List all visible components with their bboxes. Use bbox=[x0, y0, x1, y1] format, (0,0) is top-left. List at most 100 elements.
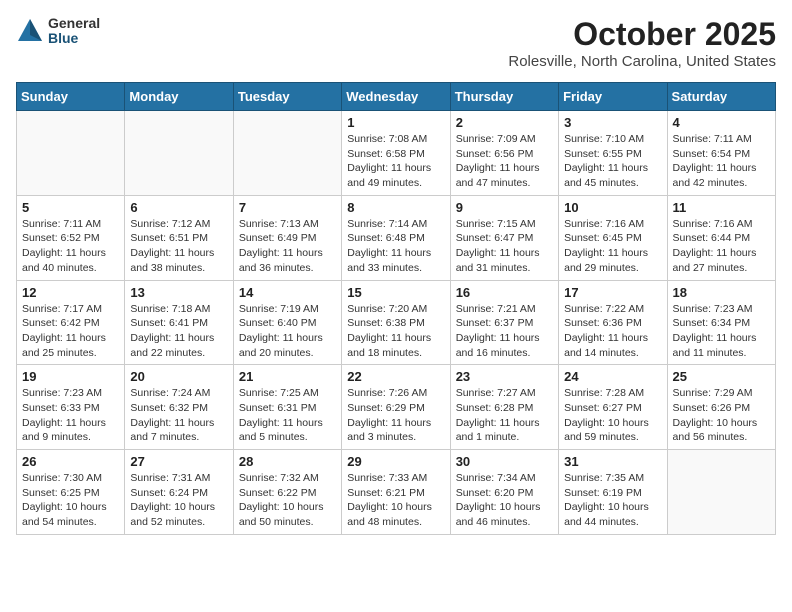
day-number: 30 bbox=[456, 454, 553, 469]
calendar-cell: 6 Sunrise: 7:12 AM Sunset: 6:51 PM Daylig… bbox=[125, 195, 233, 280]
calendar-cell: 29 Sunrise: 7:33 AM Sunset: 6:21 PM Dayli… bbox=[342, 450, 450, 535]
day-info: Sunrise: 7:35 AM Sunset: 6:19 PM Dayligh… bbox=[564, 471, 661, 530]
logo-text: General Blue bbox=[48, 16, 100, 47]
day-number: 4 bbox=[673, 115, 770, 130]
title-block: October 2025 Rolesville, North Carolina,… bbox=[508, 16, 776, 70]
day-info: Sunrise: 7:12 AM Sunset: 6:51 PM Dayligh… bbox=[130, 217, 227, 276]
day-number: 21 bbox=[239, 369, 336, 384]
day-number: 6 bbox=[130, 200, 227, 215]
calendar-cell: 23 Sunrise: 7:27 AM Sunset: 6:28 PM Dayli… bbox=[450, 365, 558, 450]
calendar-cell: 11Sunrise: 7:16 AM Sunset: 6:44 PM Dayli… bbox=[667, 195, 775, 280]
calendar-cell: 22 Sunrise: 7:26 AM Sunset: 6:29 PM Dayli… bbox=[342, 365, 450, 450]
calendar-cell: 19Sunrise: 7:23 AM Sunset: 6:33 PM Dayli… bbox=[17, 365, 125, 450]
calendar-cell: 25Sunrise: 7:29 AM Sunset: 6:26 PM Dayli… bbox=[667, 365, 775, 450]
weekday-header: Sunday bbox=[17, 83, 125, 111]
calendar-cell bbox=[667, 450, 775, 535]
day-info: Sunrise: 7:09 AM Sunset: 6:56 PM Dayligh… bbox=[456, 132, 553, 191]
day-info: Sunrise: 7:16 AM Sunset: 6:45 PM Dayligh… bbox=[564, 217, 661, 276]
day-info: Sunrise: 7:33 AM Sunset: 6:21 PM Dayligh… bbox=[347, 471, 444, 530]
weekday-header-row: SundayMondayTuesdayWednesdayThursdayFrid… bbox=[17, 83, 776, 111]
location-title: Rolesville, North Carolina, United State… bbox=[508, 53, 776, 70]
day-info: Sunrise: 7:21 AM Sunset: 6:37 PM Dayligh… bbox=[456, 302, 553, 361]
day-number: 15 bbox=[347, 285, 444, 300]
calendar-cell: 14Sunrise: 7:19 AM Sunset: 6:40 PM Dayli… bbox=[233, 280, 341, 365]
calendar-cell: 7 Sunrise: 7:13 AM Sunset: 6:49 PM Daylig… bbox=[233, 195, 341, 280]
day-info: Sunrise: 7:34 AM Sunset: 6:20 PM Dayligh… bbox=[456, 471, 553, 530]
day-number: 22 bbox=[347, 369, 444, 384]
day-number: 28 bbox=[239, 454, 336, 469]
day-info: Sunrise: 7:22 AM Sunset: 6:36 PM Dayligh… bbox=[564, 302, 661, 361]
calendar-cell: 8Sunrise: 7:14 AM Sunset: 6:48 PM Daylig… bbox=[342, 195, 450, 280]
day-number: 29 bbox=[347, 454, 444, 469]
calendar-cell: 3Sunrise: 7:10 AM Sunset: 6:55 PM Daylig… bbox=[559, 111, 667, 196]
day-info: Sunrise: 7:27 AM Sunset: 6:28 PM Dayligh… bbox=[456, 386, 553, 445]
day-info: Sunrise: 7:15 AM Sunset: 6:47 PM Dayligh… bbox=[456, 217, 553, 276]
day-info: Sunrise: 7:11 AM Sunset: 6:54 PM Dayligh… bbox=[673, 132, 770, 191]
day-number: 17 bbox=[564, 285, 661, 300]
calendar-week-row: 19Sunrise: 7:23 AM Sunset: 6:33 PM Dayli… bbox=[17, 365, 776, 450]
calendar-cell: 9 Sunrise: 7:15 AM Sunset: 6:47 PM Daylig… bbox=[450, 195, 558, 280]
logo-icon bbox=[16, 17, 44, 45]
day-number: 27 bbox=[130, 454, 227, 469]
day-info: Sunrise: 7:17 AM Sunset: 6:42 PM Dayligh… bbox=[22, 302, 119, 361]
day-info: Sunrise: 7:20 AM Sunset: 6:38 PM Dayligh… bbox=[347, 302, 444, 361]
day-number: 18 bbox=[673, 285, 770, 300]
day-number: 24 bbox=[564, 369, 661, 384]
day-info: Sunrise: 7:18 AM Sunset: 6:41 PM Dayligh… bbox=[130, 302, 227, 361]
logo-general: General bbox=[48, 16, 100, 31]
day-number: 11 bbox=[673, 200, 770, 215]
day-info: Sunrise: 7:13 AM Sunset: 6:49 PM Dayligh… bbox=[239, 217, 336, 276]
month-title: October 2025 bbox=[508, 16, 776, 53]
calendar-week-row: 1 Sunrise: 7:08 AM Sunset: 6:58 PM Daylig… bbox=[17, 111, 776, 196]
calendar-cell bbox=[125, 111, 233, 196]
calendar-cell: 21 Sunrise: 7:25 AM Sunset: 6:31 PM Dayli… bbox=[233, 365, 341, 450]
calendar-cell: 27 Sunrise: 7:31 AM Sunset: 6:24 PM Dayli… bbox=[125, 450, 233, 535]
calendar-cell: 2 Sunrise: 7:09 AM Sunset: 6:56 PM Daylig… bbox=[450, 111, 558, 196]
weekday-header: Friday bbox=[559, 83, 667, 111]
day-number: 23 bbox=[456, 369, 553, 384]
weekday-header: Tuesday bbox=[233, 83, 341, 111]
day-number: 13 bbox=[130, 285, 227, 300]
day-number: 26 bbox=[22, 454, 119, 469]
day-number: 1 bbox=[347, 115, 444, 130]
day-number: 12 bbox=[22, 285, 119, 300]
day-info: Sunrise: 7:24 AM Sunset: 6:32 PM Dayligh… bbox=[130, 386, 227, 445]
page-header: General Blue October 2025 Rolesville, No… bbox=[16, 16, 776, 70]
weekday-header: Saturday bbox=[667, 83, 775, 111]
calendar-cell: 24 Sunrise: 7:28 AM Sunset: 6:27 PM Dayli… bbox=[559, 365, 667, 450]
calendar-cell: 26 Sunrise: 7:30 AM Sunset: 6:25 PM Dayli… bbox=[17, 450, 125, 535]
calendar-week-row: 5Sunrise: 7:11 AM Sunset: 6:52 PM Daylig… bbox=[17, 195, 776, 280]
day-number: 14 bbox=[239, 285, 336, 300]
weekday-header: Wednesday bbox=[342, 83, 450, 111]
weekday-header: Thursday bbox=[450, 83, 558, 111]
calendar-cell: 18 Sunrise: 7:23 AM Sunset: 6:34 PM Dayli… bbox=[667, 280, 775, 365]
calendar-cell: 30 Sunrise: 7:34 AM Sunset: 6:20 PM Dayli… bbox=[450, 450, 558, 535]
day-number: 2 bbox=[456, 115, 553, 130]
calendar-cell: 4 Sunrise: 7:11 AM Sunset: 6:54 PM Daylig… bbox=[667, 111, 775, 196]
day-number: 7 bbox=[239, 200, 336, 215]
day-info: Sunrise: 7:23 AM Sunset: 6:34 PM Dayligh… bbox=[673, 302, 770, 361]
day-number: 20 bbox=[130, 369, 227, 384]
day-info: Sunrise: 7:31 AM Sunset: 6:24 PM Dayligh… bbox=[130, 471, 227, 530]
day-info: Sunrise: 7:26 AM Sunset: 6:29 PM Dayligh… bbox=[347, 386, 444, 445]
day-info: Sunrise: 7:14 AM Sunset: 6:48 PM Dayligh… bbox=[347, 217, 444, 276]
day-info: Sunrise: 7:32 AM Sunset: 6:22 PM Dayligh… bbox=[239, 471, 336, 530]
calendar-table: SundayMondayTuesdayWednesdayThursdayFrid… bbox=[16, 82, 776, 535]
day-info: Sunrise: 7:28 AM Sunset: 6:27 PM Dayligh… bbox=[564, 386, 661, 445]
calendar-cell: 17 Sunrise: 7:22 AM Sunset: 6:36 PM Dayli… bbox=[559, 280, 667, 365]
day-info: Sunrise: 7:30 AM Sunset: 6:25 PM Dayligh… bbox=[22, 471, 119, 530]
day-info: Sunrise: 7:29 AM Sunset: 6:26 PM Dayligh… bbox=[673, 386, 770, 445]
day-info: Sunrise: 7:25 AM Sunset: 6:31 PM Dayligh… bbox=[239, 386, 336, 445]
calendar-cell: 1 Sunrise: 7:08 AM Sunset: 6:58 PM Daylig… bbox=[342, 111, 450, 196]
calendar-cell: 28 Sunrise: 7:32 AM Sunset: 6:22 PM Dayli… bbox=[233, 450, 341, 535]
day-number: 31 bbox=[564, 454, 661, 469]
logo: General Blue bbox=[16, 16, 100, 47]
day-number: 16 bbox=[456, 285, 553, 300]
calendar-cell: 13 Sunrise: 7:18 AM Sunset: 6:41 PM Dayli… bbox=[125, 280, 233, 365]
calendar-cell: 31 Sunrise: 7:35 AM Sunset: 6:19 PM Dayli… bbox=[559, 450, 667, 535]
day-number: 10 bbox=[564, 200, 661, 215]
calendar-cell: 10 Sunrise: 7:16 AM Sunset: 6:45 PM Dayli… bbox=[559, 195, 667, 280]
calendar-week-row: 12 Sunrise: 7:17 AM Sunset: 6:42 PM Dayli… bbox=[17, 280, 776, 365]
day-info: Sunrise: 7:08 AM Sunset: 6:58 PM Dayligh… bbox=[347, 132, 444, 191]
day-number: 9 bbox=[456, 200, 553, 215]
